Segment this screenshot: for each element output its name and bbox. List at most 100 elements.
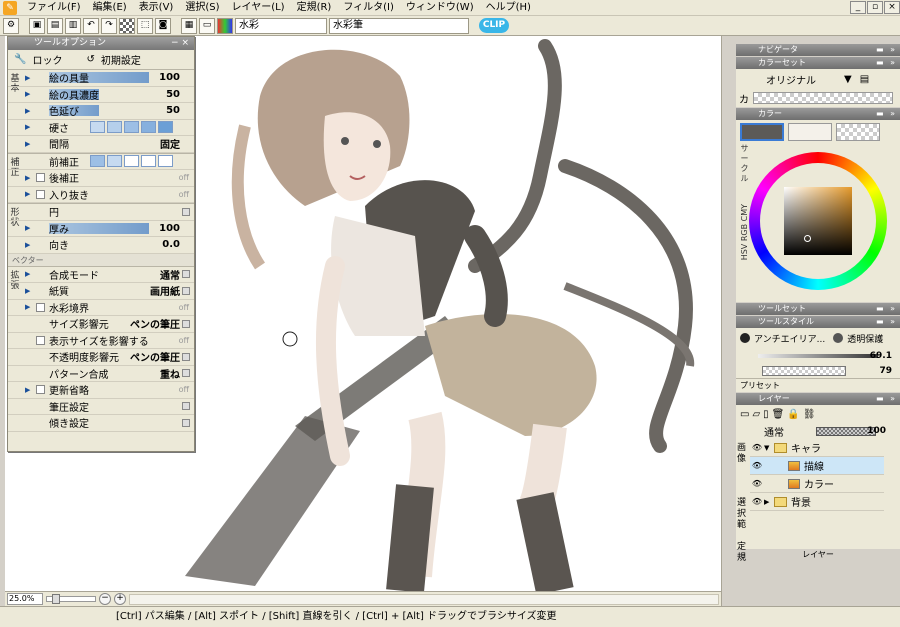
option-row[interactable]: ▶ 絵の具量 100 [8, 70, 194, 87]
zoom-in-icon[interactable]: + [114, 593, 126, 605]
color-mode-tabs[interactable]: サークル HSV RGB CMY [738, 144, 751, 263]
correction-swatch[interactable] [90, 155, 105, 168]
colorset-header[interactable]: カラーセット ▬ » [736, 57, 900, 69]
transparency-grid-icon[interactable] [119, 17, 135, 34]
main-color-swatch[interactable] [740, 123, 784, 141]
panel-buttons[interactable]: ▬ » [876, 303, 897, 315]
layer-item[interactable]: 👁 ▼ キャラ [750, 439, 884, 457]
option-row[interactable]: ▶ 紙質 画用紙 [8, 283, 194, 300]
restore-button[interactable]: ▫ [867, 1, 883, 14]
menu-layer[interactable]: レイヤー(L) [226, 0, 291, 16]
panel-buttons[interactable]: ▬ » [876, 316, 897, 328]
option-menu-icon[interactable] [182, 207, 190, 216]
option-row-circle[interactable]: 円 [8, 204, 194, 221]
opacity-slider[interactable] [762, 365, 846, 376]
toolstyle-header[interactable]: ツールスタイル ▬ » [736, 316, 900, 328]
dropdown-icon[interactable]: ▼ [844, 74, 852, 85]
lock-icon[interactable]: 🔒 [787, 409, 799, 420]
correction-swatch[interactable] [124, 155, 139, 168]
layer-tree-toggle[interactable]: ▶ [764, 498, 774, 506]
option-menu-icon[interactable] [182, 319, 190, 328]
pre-correction-selector[interactable] [90, 155, 173, 168]
option-row[interactable]: ▶ 合成モード 通常 [8, 267, 194, 283]
layer-item[interactable]: 👁 ▶ 背景 [750, 493, 884, 511]
redo-icon[interactable]: ↷ [101, 17, 117, 34]
preset-label[interactable]: プリセット [736, 378, 900, 392]
monitor-icon[interactable]: ▭ [199, 17, 215, 34]
option-row-taper[interactable]: ▶ 入り抜き off [8, 187, 194, 203]
option-menu-icon[interactable] [182, 286, 190, 295]
option-row[interactable]: 不透明度影響元 ペンの筆圧 [8, 349, 194, 366]
expand-arrow-icon[interactable]: ▶ [25, 287, 30, 295]
layer-item[interactable]: 👁 描線 [750, 457, 884, 475]
option-row-post-correction[interactable]: ▶ 後補正 off [8, 170, 194, 187]
colorset-swatches[interactable] [753, 92, 893, 104]
option-row-pre-correction[interactable]: 前補正 [8, 154, 194, 170]
open-icon[interactable]: ▤ [47, 17, 63, 34]
brush-size-row[interactable]: 69.1 [736, 348, 900, 363]
option-row[interactable]: 表示サイズを影響する off [8, 333, 194, 349]
toolset-header[interactable]: ツールセット ▬ » [736, 303, 900, 315]
correction-swatch[interactable] [158, 155, 173, 168]
hardness-swatch[interactable] [158, 121, 173, 134]
transparency-label[interactable]: 透明保護 [847, 332, 883, 345]
option-row[interactable]: パターン合成 重ね [8, 366, 194, 382]
taper-checkbox[interactable] [36, 189, 45, 199]
antialias-label[interactable]: アンチエイリア... [754, 332, 825, 345]
expand-arrow-icon[interactable]: ▶ [25, 190, 30, 198]
new-vector-layer-icon[interactable]: ▱ [752, 409, 760, 420]
circle-tab[interactable]: サークル [741, 144, 749, 183]
save-icon[interactable]: ▥ [65, 17, 81, 34]
panel-buttons[interactable]: ▬ » [876, 44, 897, 56]
color-picker-cursor[interactable] [804, 235, 811, 242]
visibility-eye-icon[interactable]: 👁 [750, 443, 764, 452]
close-icon[interactable]: − × [171, 37, 189, 50]
brush-field[interactable]: 水彩筆 [329, 17, 469, 34]
correction-swatch[interactable] [107, 155, 122, 168]
sub-color-swatch[interactable] [788, 123, 832, 141]
opacity-row[interactable]: 79 [736, 363, 900, 378]
menu-select[interactable]: 選択(S) [179, 0, 225, 16]
size-slider[interactable] [758, 353, 878, 358]
vector-section[interactable]: ベクター [8, 253, 194, 267]
gear-icon[interactable]: ⚙ [3, 17, 19, 34]
colorset-menu-icon[interactable]: ▤ [860, 74, 869, 85]
layer-tree-toggle[interactable]: ▼ [764, 444, 774, 452]
ruler-tab[interactable]: 定規 [737, 542, 746, 563]
layer-header[interactable]: レイヤー ▬ » [736, 393, 900, 405]
close-button[interactable]: × [884, 1, 900, 14]
option-menu-icon[interactable] [182, 270, 190, 279]
hardness-swatch[interactable] [107, 121, 122, 134]
option-row-thickness[interactable]: ▶ 厚み 100 [8, 221, 194, 237]
option-checkbox[interactable] [36, 302, 45, 312]
layer-item[interactable]: 👁 カラー [750, 475, 884, 493]
panel-buttons[interactable]: ▬ » [876, 108, 897, 120]
option-row[interactable]: 筆圧設定 [8, 399, 194, 415]
blend-mode-dropdown[interactable]: 通常 [764, 424, 784, 439]
option-row[interactable]: ▶ 更新省略 off [8, 382, 194, 399]
palette-icon[interactable] [217, 17, 233, 34]
zoom-slider-thumb[interactable] [52, 594, 60, 604]
hardness-selector[interactable] [90, 121, 173, 134]
menu-view[interactable]: 表示(V) [133, 0, 180, 16]
expand-arrow-icon[interactable]: ▶ [25, 303, 30, 311]
panel-divider[interactable] [721, 36, 736, 606]
camera-icon[interactable]: ◙ [155, 17, 171, 34]
expand-arrow-icon[interactable]: ▶ [25, 241, 30, 249]
new-raster-layer-icon[interactable]: ▭ [740, 409, 749, 420]
expand-arrow-icon[interactable]: ▶ [25, 174, 30, 182]
expand-arrow-icon[interactable]: ▶ [25, 90, 30, 98]
hue-ring[interactable] [749, 152, 887, 290]
saturation-value-box[interactable] [784, 187, 852, 255]
selection-icon[interactable]: ⬚ [137, 17, 153, 34]
layer-side-tabs[interactable]: 画像 選択範 定規 [737, 443, 749, 564]
option-row[interactable]: ▶ 水彩境界 off [8, 300, 194, 316]
option-row[interactable]: ▶ 絵の具濃度 50 [8, 87, 194, 103]
correction-swatch[interactable] [141, 155, 156, 168]
option-row[interactable]: サイズ影響元 ペンの筆圧 [8, 316, 194, 333]
app-icon[interactable]: ✎ [3, 0, 17, 15]
preset-field[interactable]: 水彩 [235, 17, 327, 34]
trash-icon[interactable]: 🗑 [772, 409, 785, 420]
hardness-swatch[interactable] [141, 121, 156, 134]
expand-arrow-icon[interactable]: ▶ [25, 107, 30, 115]
